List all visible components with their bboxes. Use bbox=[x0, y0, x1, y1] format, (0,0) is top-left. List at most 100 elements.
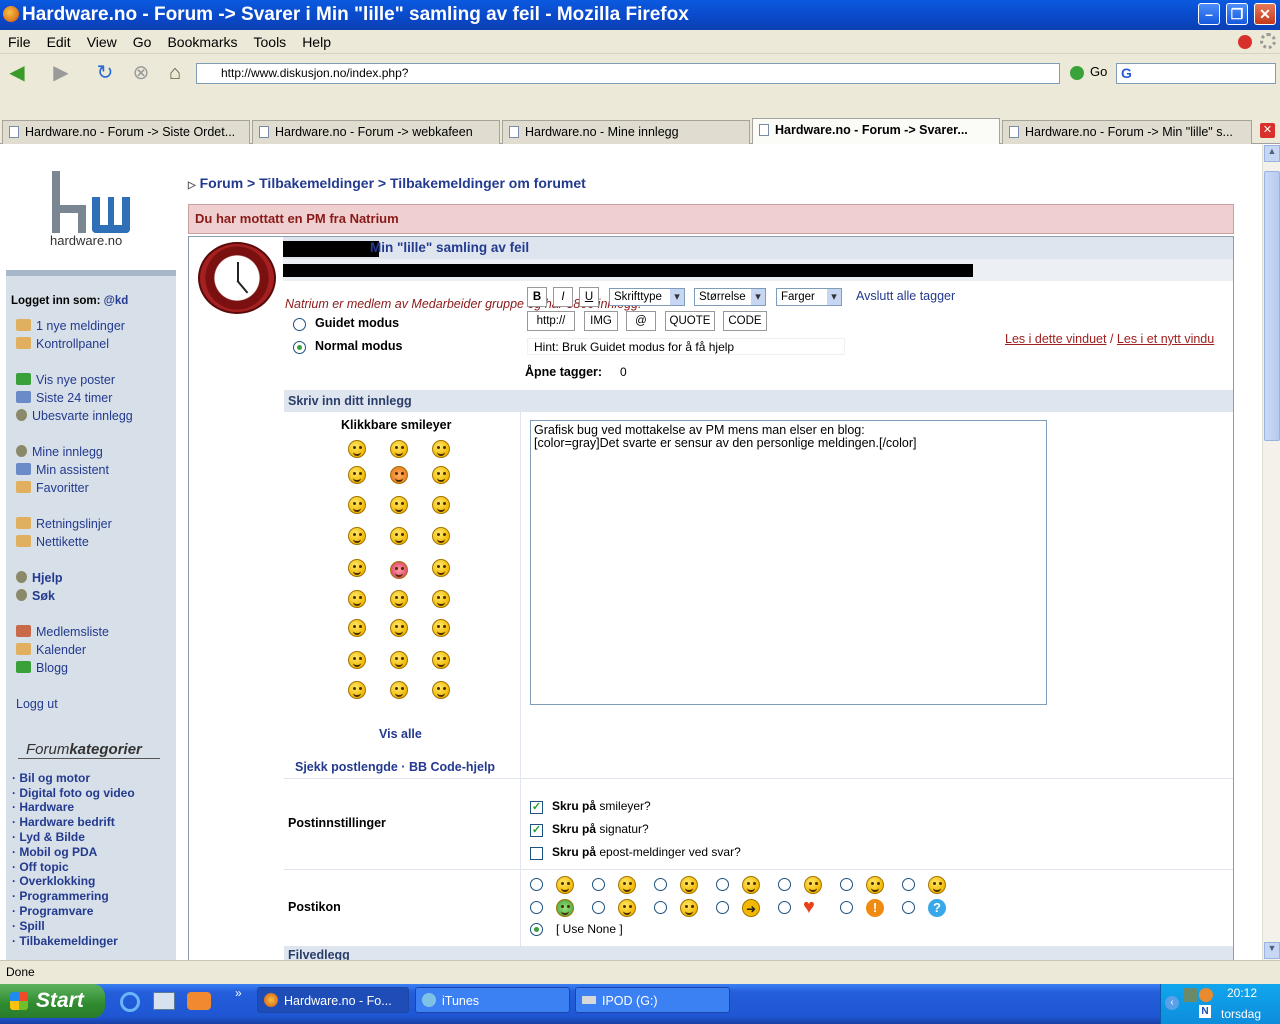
post-icon-radio[interactable] bbox=[902, 901, 915, 914]
category-bil-og-motor[interactable]: · Bil og motor bbox=[12, 771, 90, 785]
sidebar-item-hjelp[interactable]: Hjelp bbox=[16, 571, 63, 585]
email-notify-checkbox[interactable] bbox=[530, 847, 543, 860]
menu-tools[interactable]: Tools bbox=[246, 30, 295, 54]
network-icon[interactable] bbox=[1183, 988, 1197, 1002]
sidebar-item-mine-innlegg[interactable]: Mine innlegg bbox=[16, 445, 103, 459]
enable-signature-checkbox[interactable]: ✓ bbox=[530, 824, 543, 837]
smiley-icon[interactable] bbox=[432, 559, 450, 577]
sidebar-item-kontrollpanel[interactable]: Kontrollpanel bbox=[16, 337, 109, 351]
bold-button[interactable]: B bbox=[527, 287, 547, 307]
pm-notice[interactable]: Du har mottatt en PM fra Natrium bbox=[188, 204, 1234, 234]
go-icon[interactable] bbox=[1070, 66, 1084, 80]
category-overklokking[interactable]: · Overklokking bbox=[12, 874, 95, 888]
smiley-icon[interactable] bbox=[390, 561, 408, 579]
category-lyd-bilde[interactable]: · Lyd & Bilde bbox=[12, 830, 85, 844]
post-icon-radio[interactable] bbox=[654, 878, 667, 891]
smiley-icon[interactable] bbox=[432, 527, 450, 545]
search-input[interactable]: G bbox=[1116, 63, 1276, 84]
sidebar-item-retningslinjer[interactable]: Retningslinjer bbox=[16, 517, 112, 531]
taskbar-item-itunes[interactable]: iTunes bbox=[415, 987, 570, 1013]
sidebar-item-favoritter[interactable]: Favoritter bbox=[16, 481, 89, 495]
tab-min-lille-samling[interactable]: Hardware.no - Forum -> Min "lille" s... bbox=[1002, 120, 1252, 144]
show-all-smileys-link[interactable]: Vis alle bbox=[379, 727, 422, 741]
menu-go[interactable]: Go bbox=[125, 30, 160, 54]
forward-icon[interactable]: ▶ bbox=[48, 60, 74, 86]
post-icon-radio[interactable] bbox=[654, 901, 667, 914]
reload-icon[interactable]: ↻ bbox=[92, 60, 118, 86]
smiley-icon[interactable] bbox=[348, 559, 366, 577]
normal-mode-radio[interactable] bbox=[293, 341, 306, 354]
enable-smileys-checkbox[interactable]: ✓ bbox=[530, 801, 543, 814]
sidebar-item-ubesvarte-innlegg[interactable]: Ubesvarte innlegg bbox=[16, 409, 133, 423]
breadcrumb-om-forumet[interactable]: Tilbakemeldinger om forumet bbox=[390, 175, 586, 191]
smiley-icon[interactable] bbox=[348, 619, 366, 637]
use-none-radio[interactable] bbox=[530, 923, 543, 936]
category-spill[interactable]: · Spill bbox=[12, 919, 45, 933]
minimize-button[interactable]: – bbox=[1198, 3, 1220, 25]
category-programmering[interactable]: · Programmering bbox=[12, 889, 109, 903]
tray-app-icon[interactable] bbox=[1199, 988, 1213, 1002]
font-select[interactable]: Skrifttype bbox=[609, 288, 685, 306]
desktop-icon[interactable] bbox=[153, 992, 175, 1010]
sidebar-item-blogg[interactable]: Blogg bbox=[16, 661, 68, 675]
read-new-window-link[interactable]: Les i et nytt vindu bbox=[1117, 332, 1214, 346]
post-icon-radio[interactable] bbox=[530, 878, 543, 891]
taskbar-item-firefox[interactable]: Hardware.no - Fo... bbox=[257, 987, 409, 1013]
url-input[interactable]: http://www.diskusjon.no/index.php? bbox=[196, 63, 1060, 84]
sidebar-item-kalender[interactable]: Kalender bbox=[16, 643, 86, 657]
smiley-icon[interactable] bbox=[348, 681, 366, 699]
sidebar-item-vis-nye-poster[interactable]: Vis nye poster bbox=[16, 373, 115, 387]
tab-svarer[interactable]: Hardware.no - Forum -> Svarer... bbox=[752, 118, 1000, 144]
sidebar-item-sok[interactable]: Søk bbox=[16, 589, 55, 603]
sidebar-item-nye-meldinger[interactable]: 1 nye meldinger bbox=[16, 319, 125, 333]
smiley-icon[interactable] bbox=[390, 651, 408, 669]
go-button[interactable]: Go bbox=[1090, 64, 1107, 79]
category-programvare[interactable]: · Programvare bbox=[12, 904, 93, 918]
post-icon-radio[interactable] bbox=[840, 901, 853, 914]
close-all-tags-link[interactable]: Avslutt alle tagger bbox=[856, 289, 955, 303]
smiley-icon[interactable] bbox=[432, 681, 450, 699]
taskbar-item-ipod[interactable]: IPOD (G:) bbox=[575, 987, 730, 1013]
quicklaunch-chevron-icon[interactable]: » bbox=[235, 986, 242, 1000]
smiley-icon[interactable] bbox=[348, 440, 366, 458]
stop-icon[interactable]: ⊗ bbox=[128, 60, 154, 86]
sidebar-item-siste-24-timer[interactable]: Siste 24 timer bbox=[16, 391, 112, 405]
smiley-icon[interactable] bbox=[432, 440, 450, 458]
smiley-icon[interactable] bbox=[348, 527, 366, 545]
hardware-logo[interactable] bbox=[50, 171, 134, 235]
menu-view[interactable]: View bbox=[79, 30, 125, 54]
window-title-bar[interactable]: Hardware.no - Forum -> Svarer i Min "lil… bbox=[0, 0, 1280, 30]
scroll-thumb[interactable] bbox=[1264, 171, 1280, 441]
post-textarea[interactable]: Grafisk bug ved mottakelse av PM mens ma… bbox=[530, 420, 1047, 705]
menu-edit[interactable]: Edit bbox=[39, 30, 79, 54]
maximize-button[interactable]: ❐ bbox=[1226, 3, 1248, 25]
menu-bookmarks[interactable]: Bookmarks bbox=[159, 30, 245, 54]
category-hardware[interactable]: · Hardware bbox=[12, 800, 74, 814]
back-icon[interactable]: ◀ bbox=[4, 60, 30, 86]
sidebar-item-min-assistent[interactable]: Min assistent bbox=[16, 463, 109, 477]
smiley-icon[interactable] bbox=[348, 651, 366, 669]
post-icon-radio[interactable] bbox=[716, 878, 729, 891]
italic-button[interactable]: I bbox=[553, 287, 573, 307]
smiley-icon[interactable] bbox=[390, 496, 408, 514]
email-button[interactable]: @ bbox=[626, 311, 656, 331]
username-link[interactable]: @kd bbox=[104, 295, 129, 307]
smiley-icon[interactable] bbox=[390, 590, 408, 608]
post-icon-radio[interactable] bbox=[778, 878, 791, 891]
mail-icon[interactable] bbox=[187, 992, 211, 1010]
home-icon[interactable]: ⌂ bbox=[162, 60, 188, 86]
bbcode-help-link[interactable]: BB Code-hjelp bbox=[409, 760, 495, 774]
tray-expand-icon[interactable]: ‹ bbox=[1165, 996, 1179, 1010]
smiley-icon[interactable] bbox=[390, 527, 408, 545]
close-tab-icon[interactable]: ✕ bbox=[1260, 123, 1275, 138]
vertical-scrollbar[interactable]: ▲ ▼ bbox=[1262, 145, 1280, 960]
post-icon-radio[interactable] bbox=[778, 901, 791, 914]
ie-icon[interactable] bbox=[120, 992, 140, 1012]
category-hardware-bedrift[interactable]: · Hardware bedrift bbox=[12, 815, 115, 829]
category-mobil-pda[interactable]: · Mobil og PDA bbox=[12, 845, 97, 859]
breadcrumb-forum[interactable]: Forum bbox=[200, 175, 244, 191]
read-here-link[interactable]: Les i dette vinduet bbox=[1005, 332, 1106, 346]
scroll-up-arrow-icon[interactable]: ▲ bbox=[1264, 145, 1280, 162]
post-icon-radio[interactable] bbox=[592, 878, 605, 891]
tab-mine-innlegg[interactable]: Hardware.no - Mine innlegg bbox=[502, 120, 750, 144]
